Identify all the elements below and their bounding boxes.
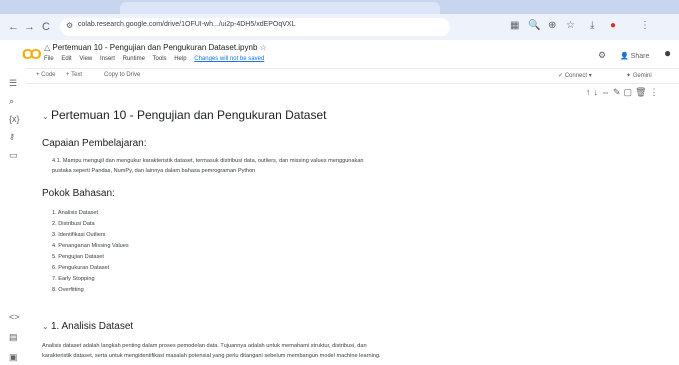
add-code-button[interactable]: + Code (36, 72, 56, 78)
section1-heading-text: 1. Analisis Dataset (50, 321, 134, 332)
list-item: 6. Pengukuran Dataset (52, 265, 110, 271)
browser-tab[interactable] (120, 2, 440, 14)
save-status-link[interactable]: Changes will not be saved (194, 56, 264, 62)
translate-icon[interactable]: ⊕ (548, 20, 556, 31)
link-icon[interactable]: ⇔ (601, 87, 613, 97)
list-item: 3. Identifikasi Outliers (52, 232, 106, 238)
list-item: 5. Pengujian Dataset (52, 254, 104, 260)
add-text-button[interactable]: + Text (66, 72, 82, 78)
menu-runtime[interactable]: Runtime (123, 56, 145, 62)
profile-icon[interactable]: ● (610, 20, 616, 31)
download-icon[interactable]: ⤓ (590, 20, 594, 31)
list-item: 1. Analisis Dataset (52, 210, 99, 216)
section1-text-line1: Analisis dataset adalah langkah penting … (42, 343, 367, 349)
menu-bar: File Edit View Insert Runtime Tools Help… (44, 56, 270, 62)
settings-icon[interactable]: ⚙ (598, 50, 606, 61)
search-icon[interactable]: ⌕ (9, 96, 14, 107)
zoom-icon[interactable]: 🔍 (528, 20, 540, 31)
more-icon[interactable]: ⋮ (650, 87, 662, 97)
list-item: 7. Early Stopping (52, 276, 95, 282)
list-item: 8. Overfitting (52, 287, 84, 293)
menu-insert[interactable]: Insert (100, 56, 115, 62)
capaian-text-line2: pustaka seperti Pandas, NumPy, dan lainn… (52, 168, 256, 174)
terminal-icon[interactable]: ▣ (9, 352, 18, 363)
reload-button[interactable]: C (42, 20, 50, 34)
connect-button[interactable]: ✓ Connect ▾ (558, 72, 592, 79)
command-palette-icon[interactable]: ▤ (9, 332, 18, 343)
browser-tab-strip (0, 0, 679, 14)
secrets-key-icon[interactable]: ⚷ (9, 132, 15, 141)
share-label: Share (630, 53, 650, 60)
browser-menu-icon[interactable]: ⋮ (640, 20, 650, 31)
mirror-icon[interactable]: ▢ (624, 87, 636, 97)
list-item: 2. Distribusi Data (52, 221, 95, 227)
menu-view[interactable]: View (79, 56, 92, 62)
account-avatar[interactable]: ● (664, 46, 671, 60)
address-bar[interactable]: ⚙ colab.research.google.com/drive/1OFUI-… (60, 18, 450, 36)
collapse-caret-icon[interactable]: ⌄ (42, 322, 51, 331)
cell-toolbar: ↑↓⇔✎▢🗑⋮ (586, 87, 662, 98)
code-snippets-icon[interactable]: <> (9, 312, 20, 322)
colab-logo[interactable]: CO (22, 46, 41, 63)
connect-label: Connect (564, 73, 588, 79)
collapse-caret-icon[interactable]: ⌄ (42, 112, 51, 121)
section1-text-line2: karakteristik dataset, serta untuk mengi… (42, 353, 381, 359)
share-icon: 👤 (620, 53, 631, 60)
star-icon[interactable]: ☆ (260, 43, 267, 52)
gemini-button[interactable]: ✦ Gemini (626, 72, 652, 79)
notebook-title-text[interactable]: Pertemuan 10 - Pengujian dan Pengukuran … (52, 43, 257, 52)
site-info-icon[interactable]: ⚙ (66, 21, 73, 30)
list-item: 4. Penanganan Missing Values (52, 243, 129, 249)
url-text: colab.research.google.com/drive/1OFUI-wh… (78, 21, 296, 28)
menu-help[interactable]: Help (174, 56, 186, 62)
back-button[interactable]: ← (8, 20, 19, 34)
menu-edit[interactable]: Edit (61, 56, 71, 62)
capaian-text-line1: 4.1. Mampu mengujil dan mengukur karakte… (52, 158, 364, 164)
extension-icon[interactable]: ▦ (510, 20, 519, 31)
share-button[interactable]: 👤 Share (620, 52, 649, 60)
move-up-icon[interactable]: ↑ (586, 87, 594, 97)
page-heading-text: Pertemuan 10 - Pengujian dan Pengukuran … (50, 108, 327, 122)
notebook-toolbar: + Code + Text Copy to Drive ✓ Connect ▾ … (26, 68, 679, 84)
gemini-label: Gemini (632, 73, 652, 79)
capaian-heading: Capaian Pembelajaran: (42, 138, 147, 149)
delete-icon[interactable]: 🗑 (635, 87, 649, 97)
pokok-heading: Pokok Bahasan: (42, 188, 115, 199)
bookmark-star-icon[interactable]: ☆ (566, 20, 575, 31)
copy-to-drive-button[interactable]: Copy to Drive (104, 72, 140, 78)
move-down-icon[interactable]: ↓ (594, 87, 602, 97)
notebook-title[interactable]: △ Pertemuan 10 - Pengujian dan Pengukura… (44, 43, 267, 52)
forward-button[interactable]: → (24, 20, 35, 34)
browser-address-row: ← → C ⚙ colab.research.google.com/drive/… (0, 14, 679, 40)
variables-icon[interactable]: {x} (9, 114, 20, 124)
section1-heading: ⌄ 1. Analisis Dataset (42, 321, 133, 332)
menu-file[interactable]: File (44, 56, 54, 62)
page-heading: ⌄ Pertemuan 10 - Pengujian dan Pengukura… (42, 108, 326, 122)
menu-tools[interactable]: Tools (153, 56, 167, 62)
toc-icon[interactable]: ☰ (9, 78, 17, 89)
files-folder-icon[interactable]: ▭ (9, 150, 18, 161)
edit-icon[interactable]: ✎ (613, 87, 624, 97)
